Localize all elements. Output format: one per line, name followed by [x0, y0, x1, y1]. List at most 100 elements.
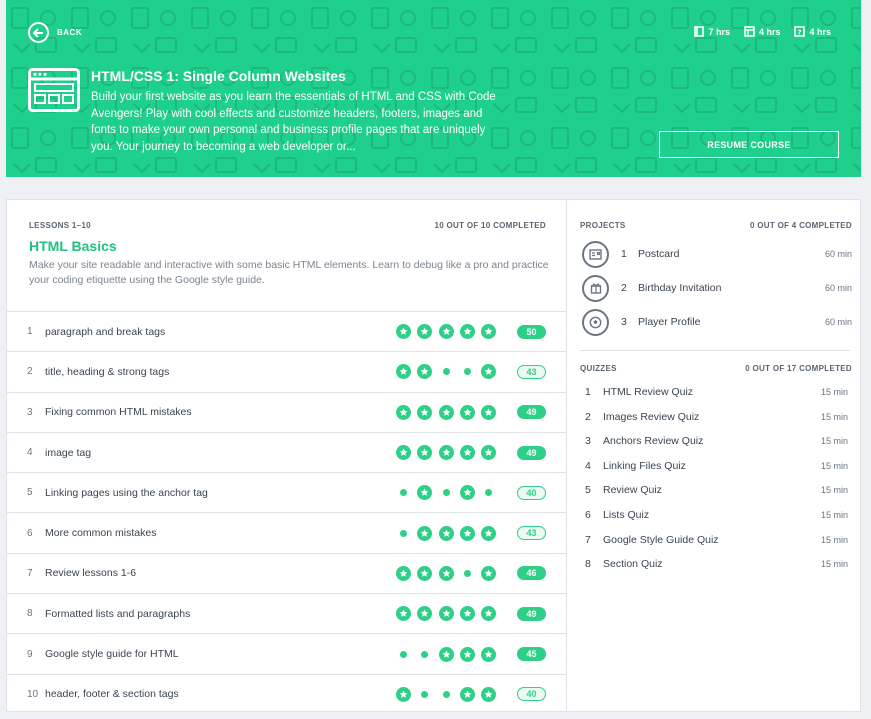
- quiz-duration: 15 min: [820, 460, 848, 471]
- lesson-row[interactable]: 9 Google style guide for HTML 45: [7, 633, 566, 673]
- star-icon: [481, 364, 496, 380]
- lesson-name: Review lessons 1-6: [45, 567, 137, 580]
- empty-star-dot: [396, 647, 411, 662]
- star-icon: [481, 646, 496, 662]
- section-title: HTML Basics: [29, 238, 117, 254]
- stat-lessons: 7 hrs: [694, 26, 730, 37]
- lesson-name: Google style guide for HTML: [45, 648, 179, 661]
- quiz-icon: ?: [794, 26, 806, 37]
- quiz-item[interactable]: 8 Section Quiz 15 min: [585, 554, 848, 574]
- star-icon: [459, 324, 475, 340]
- star-icon: [438, 404, 454, 420]
- star-icon: [459, 445, 475, 461]
- empty-star-dot: [396, 485, 411, 500]
- browser-window-icon: [28, 68, 80, 112]
- lesson-name: Linking pages using the anchor tag: [45, 486, 208, 499]
- lesson-row[interactable]: 2 title, heading & strong tags 43: [7, 351, 566, 391]
- lesson-name: title, heading & strong tags: [45, 365, 170, 378]
- star-icon: [417, 565, 433, 581]
- star-icon: [396, 445, 411, 461]
- star-icon: [438, 606, 454, 622]
- project-number: 1: [621, 248, 627, 260]
- project-name: Postcard: [638, 248, 680, 260]
- projects-label: PROJECTS: [580, 221, 626, 230]
- empty-star-dot: [417, 687, 432, 702]
- quiz-item[interactable]: 4 Linking Files Quiz 15 min: [585, 456, 848, 476]
- quiz-item[interactable]: 3 Anchors Review Quiz 15 min: [585, 431, 848, 451]
- lesson-row[interactable]: 4 image tag 49: [7, 431, 566, 472]
- star-rating: [396, 686, 496, 702]
- star-icon: [459, 646, 475, 662]
- star-icon: [481, 525, 496, 541]
- quiz-duration: 15 min: [820, 485, 848, 496]
- lesson-row[interactable]: 10 header, footer & section tags 40: [7, 673, 566, 714]
- lesson-row[interactable]: 3 Fixing common HTML mistakes 49: [7, 391, 566, 432]
- quiz-number: 4: [585, 459, 591, 472]
- project-duration: 60 min: [824, 249, 852, 259]
- stat-projects: 4 hrs: [744, 26, 780, 37]
- stat-quizzes: ? 4 hrs: [794, 26, 831, 37]
- empty-star-dot: [439, 364, 454, 379]
- gift-icon: [582, 274, 609, 302]
- star-icon: [396, 324, 411, 340]
- star-icon: [396, 364, 411, 380]
- star-icon: [481, 565, 496, 581]
- project-item[interactable]: 2 Birthday Invitation 60 min: [582, 273, 852, 303]
- star-rating: [396, 646, 496, 662]
- score-badge: 46: [517, 566, 546, 581]
- quiz-name: Images Review Quiz: [603, 410, 700, 423]
- quiz-name: Review Quiz: [603, 484, 662, 497]
- project-item[interactable]: 3 Player Profile 60 min: [582, 307, 852, 337]
- project-item[interactable]: 1 Postcard 60 min: [582, 239, 852, 269]
- star-rating: [396, 485, 496, 501]
- star-icon: [459, 485, 475, 501]
- star-icon: [417, 324, 433, 340]
- lesson-row[interactable]: 8 Formatted lists and paragraphs 49: [7, 593, 566, 633]
- course-header: BACK 7 hrs 4 hrs ? 4 hrs HTML/CSS 1: Sin…: [6, 0, 861, 177]
- resume-course-button[interactable]: RESUME COURSE: [659, 131, 839, 158]
- quiz-name: Section Quiz: [603, 558, 663, 571]
- lesson-name: header, footer & section tags: [45, 688, 179, 701]
- score-badge: 49: [517, 445, 546, 460]
- quizzes-completed-label: 0 OUT OF 17 COMPLETED: [745, 364, 852, 373]
- lesson-row[interactable]: 1 paragraph and break tags 50: [7, 311, 566, 351]
- star-icon: [459, 404, 475, 420]
- quiz-number: 3: [585, 435, 591, 448]
- book-icon: [694, 26, 705, 37]
- score-badge: 45: [517, 647, 546, 662]
- quiz-item[interactable]: 1 HTML Review Quiz 15 min: [585, 382, 848, 402]
- course-content-card: LESSONS 1–10 10 OUT OF 10 COMPLETED HTML…: [6, 199, 861, 712]
- quiz-name: Linking Files Quiz: [603, 459, 686, 472]
- score-badge: 40: [517, 485, 546, 500]
- star-icon: [438, 324, 454, 340]
- quiz-item[interactable]: 6 Lists Quiz 15 min: [585, 505, 848, 525]
- star-icon: [438, 445, 454, 461]
- lesson-row[interactable]: 5 Linking pages using the anchor tag 40: [7, 472, 566, 512]
- lesson-row[interactable]: 7 Review lessons 1-6 46: [7, 552, 566, 593]
- lesson-number: 1: [27, 326, 33, 338]
- star-icon: [459, 525, 475, 541]
- quiz-item[interactable]: 7 Google Style Guide Quiz 15 min: [585, 530, 848, 550]
- lesson-row[interactable]: 6 More common mistakes 43: [7, 512, 566, 552]
- quiz-item[interactable]: 5 Review Quiz 15 min: [585, 480, 848, 500]
- quiz-item[interactable]: 2 Images Review Quiz 15 min: [585, 407, 848, 427]
- stat-lessons-value: 7 hrs: [708, 26, 730, 37]
- back-button[interactable]: BACK: [28, 22, 82, 43]
- star-icon: [396, 404, 411, 420]
- projects-completed-label: 0 OUT OF 4 COMPLETED: [749, 221, 852, 230]
- quiz-name: Lists Quiz: [603, 509, 650, 521]
- star-rating: [396, 606, 496, 622]
- lesson-number: 9: [27, 648, 33, 660]
- quiz-number: 6: [585, 509, 591, 521]
- quizzes-label: QUIZZES: [580, 364, 617, 373]
- star-icon: [396, 686, 411, 702]
- quiz-duration: 15 min: [820, 559, 848, 570]
- score-badge: 40: [517, 687, 546, 702]
- empty-star-dot: [460, 566, 475, 581]
- course-title: HTML/CSS 1: Single Column Websites: [91, 68, 346, 84]
- star-icon: [481, 404, 496, 420]
- star-icon: [396, 565, 411, 581]
- empty-star-dot: [417, 647, 432, 662]
- quiz-duration: 15 min: [820, 510, 848, 520]
- quiz-name: HTML Review Quiz: [603, 386, 694, 398]
